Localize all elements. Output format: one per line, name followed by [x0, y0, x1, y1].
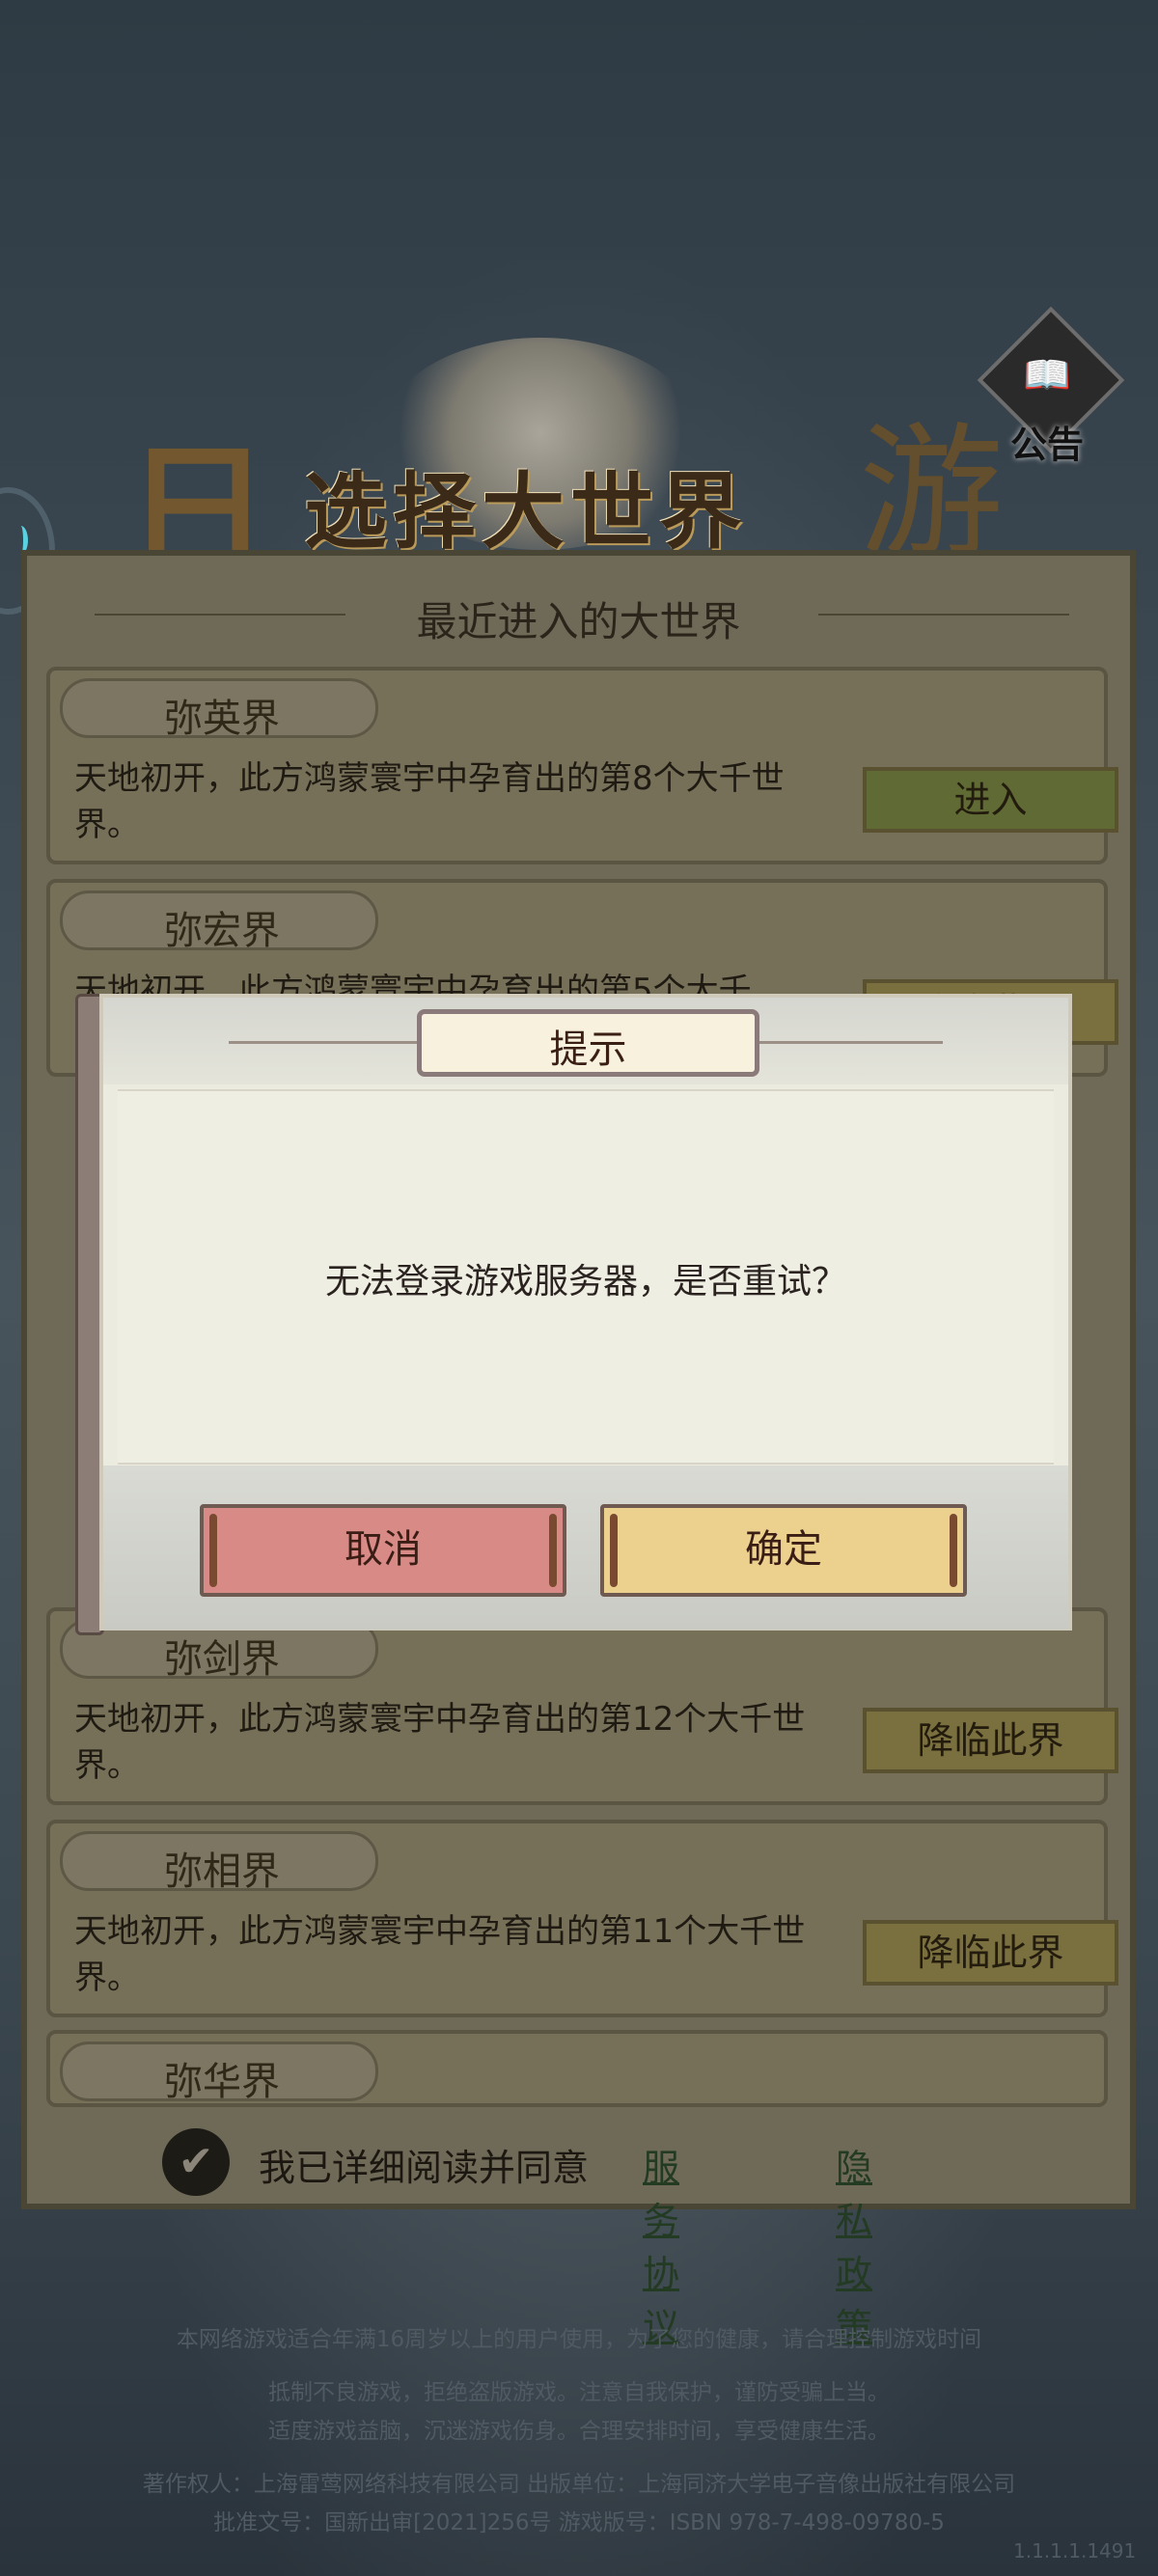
confirm-label: 确定: [745, 1527, 822, 1572]
world-name: 弥宏界: [164, 909, 280, 953]
page-title: 选择大世界: [304, 463, 748, 561]
title-banner: 日 游 选择大世界: [125, 318, 1042, 597]
world-tag: 弥相界: [60, 1831, 378, 1894]
world-name: 弥英界: [164, 697, 280, 741]
dialog-title-plaque: 提示: [417, 1009, 759, 1077]
dialog-title: 提示: [549, 1028, 627, 1072]
footer-line: 著作权人：上海雷莺网络科技有限公司 出版单位：上海同济大学电子音像出版社有限公司: [142, 2472, 1016, 2497]
version-text: 1.1.1.1.1491: [1013, 2539, 1137, 2562]
divider: [750, 1041, 943, 1044]
agreement-text: 我已详细阅读并同意: [259, 2147, 590, 2189]
dialog-message: 无法登录游戏服务器，是否重试？: [324, 1262, 846, 1302]
cancel-button[interactable]: 取消: [200, 1504, 566, 1597]
world-card: 弥英界 天地初开，此方鸿蒙寰宇中孕育出的第8个大千世界。 进入: [46, 667, 1118, 864]
world-name: 弥华界: [164, 2060, 280, 2104]
dialog-body: 提示 无法登录游戏服务器，是否重试？ 取消 确定: [99, 994, 1072, 1631]
footer-line: 本网络游戏适合年满16周岁以上的用户使用，为了您的健康，请合理控制游戏时间: [176, 2327, 982, 2352]
world-name: 弥剑界: [164, 1637, 280, 1682]
divider: [229, 1041, 422, 1044]
world-card: 弥剑界 天地初开，此方鸿蒙寰宇中孕育出的第12个大千世界。 降临此界: [46, 1607, 1118, 1805]
world-name: 弥相界: [164, 1850, 280, 1894]
world-card: 弥华界: [46, 2030, 1108, 2107]
privacy-link[interactable]: 隐私政策: [836, 2138, 872, 2350]
retry-dialog: 提示 无法登录游戏服务器，是否重试？ 取消 确定: [75, 994, 1074, 1635]
world-desc: 天地初开，此方鸿蒙寰宇中孕育出的第8个大千世界。: [74, 759, 785, 844]
terms-link[interactable]: 服务协议: [643, 2138, 679, 2350]
world-tag: 弥英界: [60, 678, 378, 741]
cancel-label: 取消: [345, 1527, 422, 1572]
world-card: 弥相界 天地初开，此方鸿蒙寰宇中孕育出的第11个大千世界。 降临此界: [46, 1820, 1118, 2017]
notice-label: 公告: [1009, 424, 1084, 466]
world-desc: 天地初开，此方鸿蒙寰宇中孕育出的第12个大千世界。: [74, 1700, 806, 1785]
check-icon[interactable]: ✔: [162, 2128, 230, 2196]
world-tag: 弥宏界: [60, 891, 378, 953]
book-icon: 📖: [1023, 353, 1071, 397]
notice-button[interactable]: 📖 公告: [977, 306, 1125, 473]
footer-line: 适度游戏益脑，沉迷游戏伤身。合理安排时间，享受健康生活。: [268, 2419, 890, 2444]
recent-worlds-title: 最近进入的大世界: [416, 598, 741, 645]
descend-world-button[interactable]: 降临此界: [863, 1920, 1118, 1986]
world-desc: 天地初开，此方鸿蒙寰宇中孕育出的第11个大千世界。: [74, 1912, 806, 1997]
world-tag: 弥华界: [60, 2042, 378, 2104]
enter-world-button[interactable]: 进入: [863, 767, 1118, 833]
footer-line: 批准文号：国新出审[2021]256号 游戏版号：ISBN 978-7-498-…: [213, 2510, 945, 2535]
confirm-button[interactable]: 确定: [600, 1504, 967, 1597]
footer-line: 抵制不良游戏，拒绝盗版游戏。注意自我保护，谨防受骗上当。: [268, 2380, 890, 2405]
descend-world-button[interactable]: 降临此界: [863, 1708, 1118, 1773]
